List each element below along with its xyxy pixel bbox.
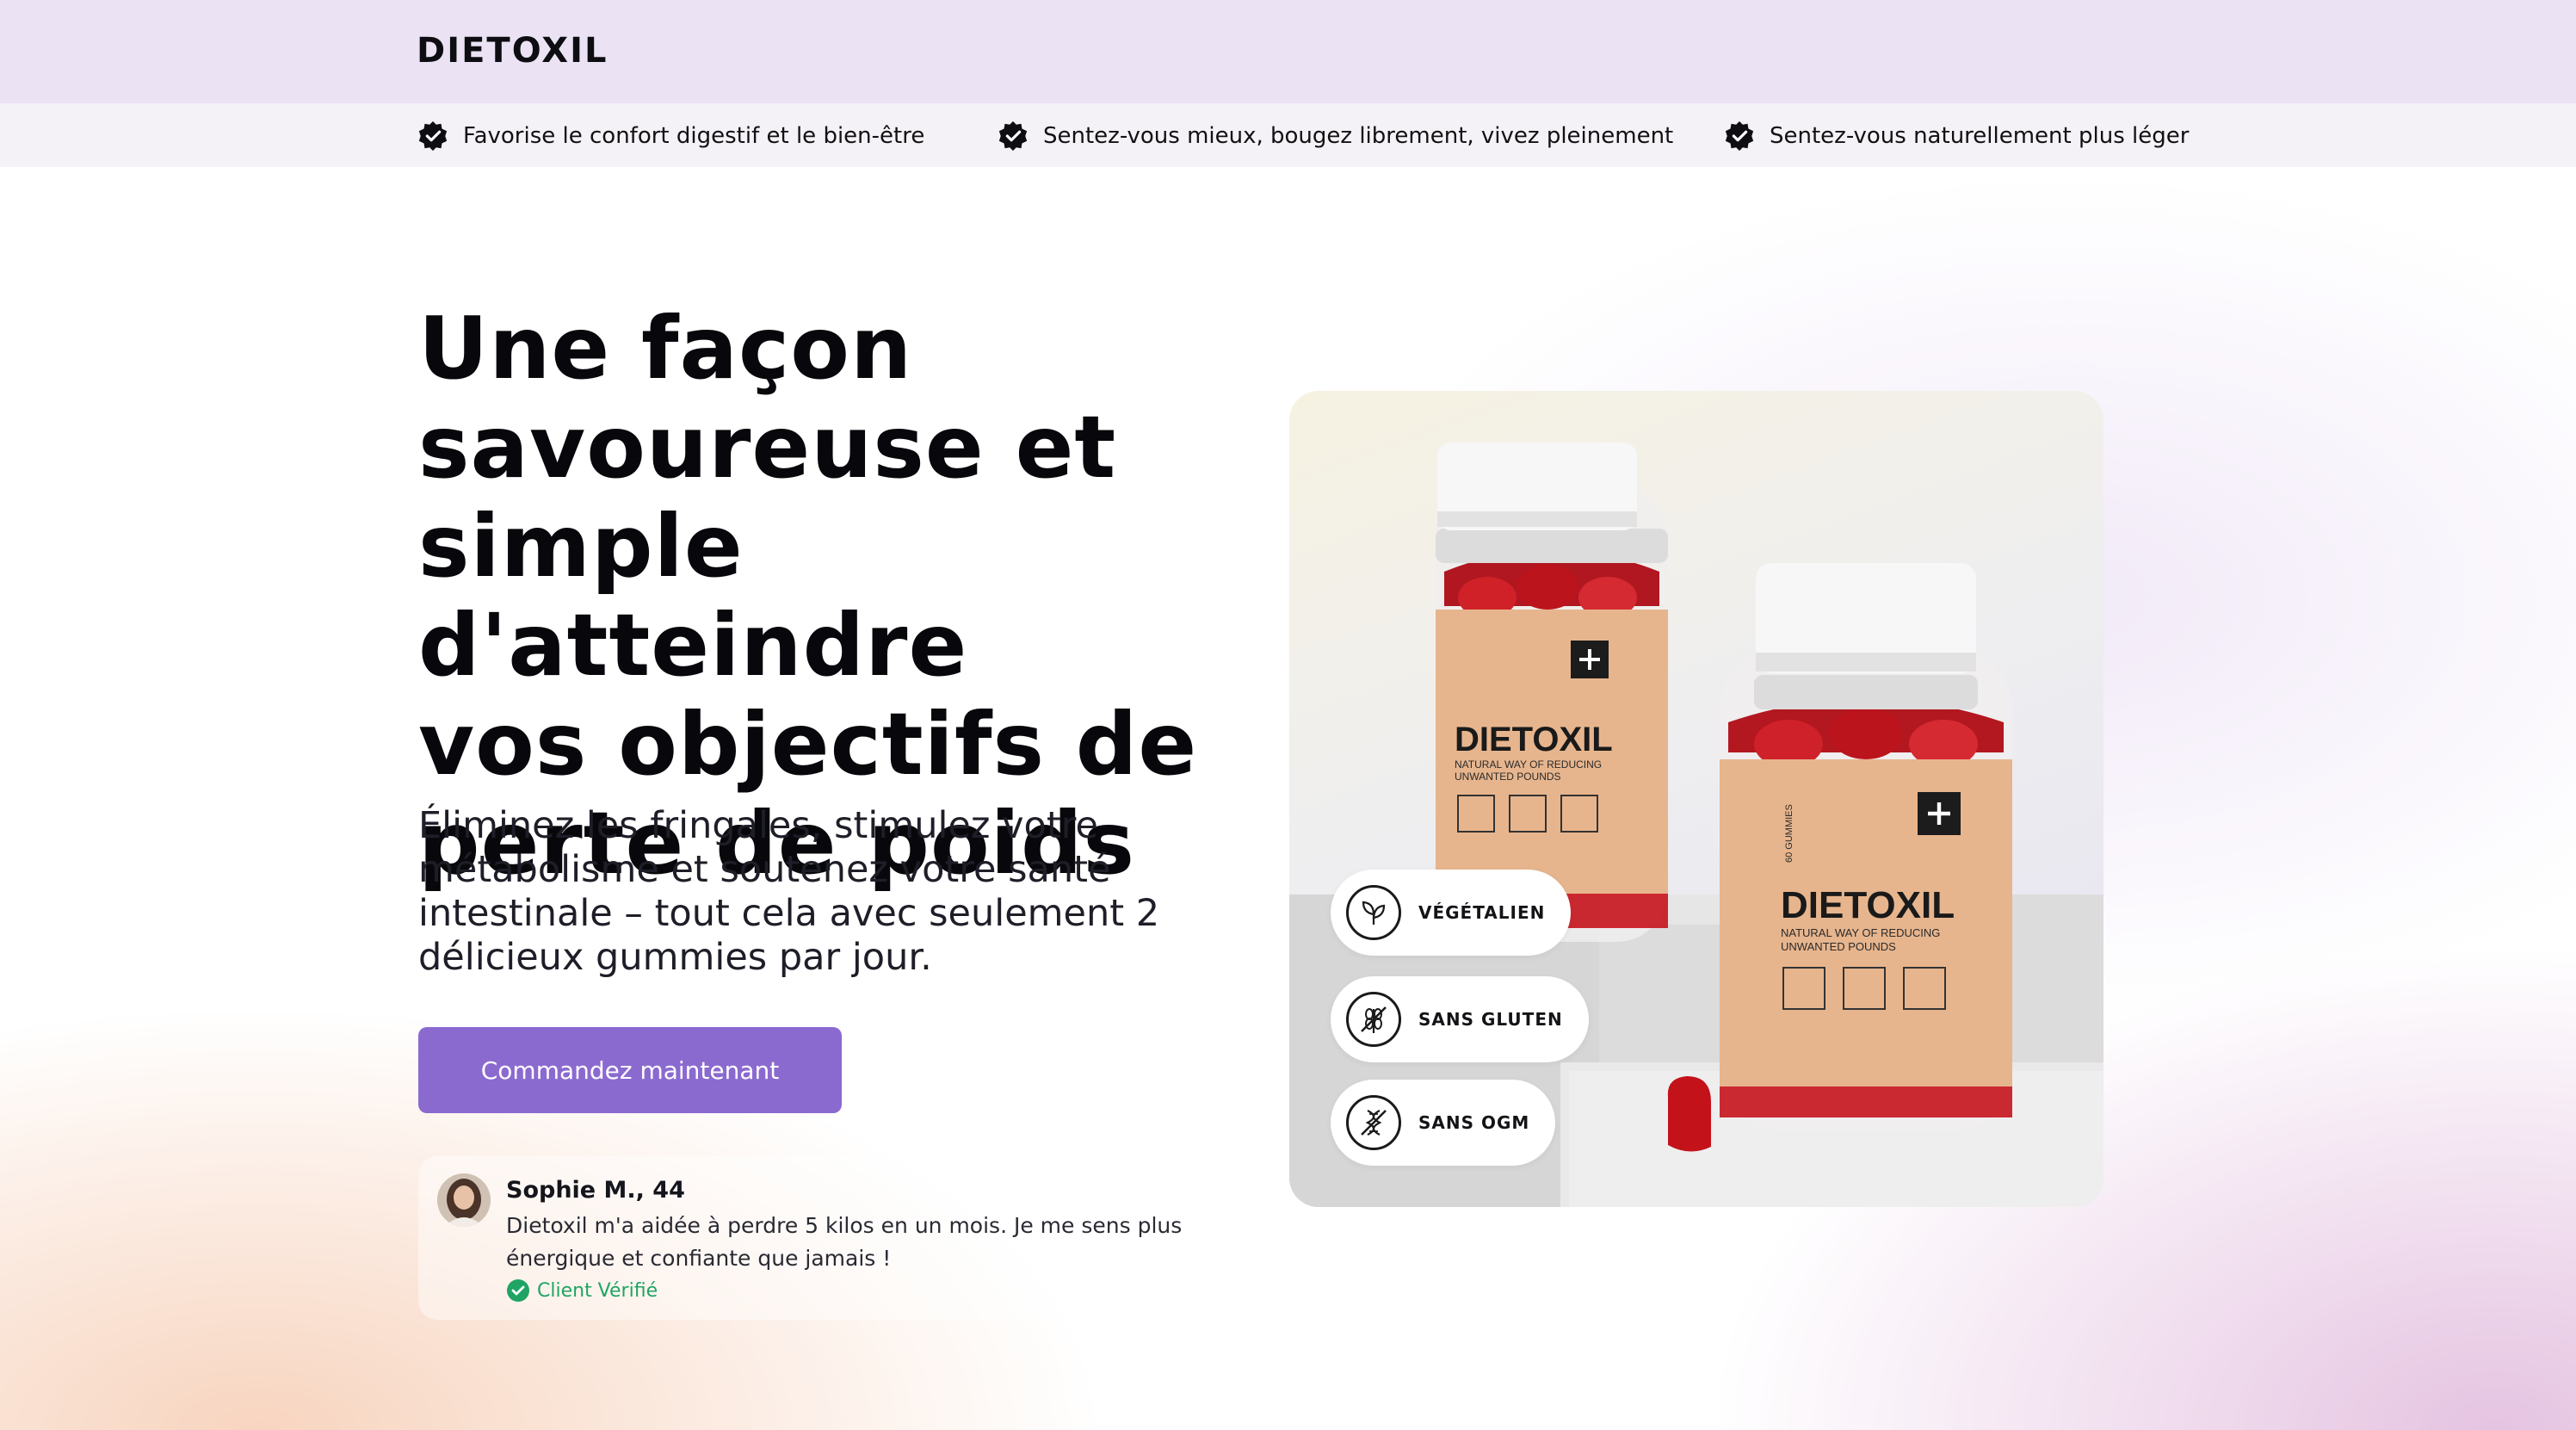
jar-front: DIETOXIL NATURAL WAY OF REDUCING UNWANTE… [1720, 563, 2012, 1131]
reviewer-photo [437, 1173, 491, 1227]
leaf-icon [1346, 885, 1401, 940]
no-gmo-icon [1346, 1095, 1401, 1150]
reviewer-name: Sophie M., 44 [506, 1177, 685, 1204]
order-now-button[interactable]: Commandez maintenant [418, 1027, 842, 1113]
benefit-label: Sentez-vous naturellement plus léger [1770, 123, 2190, 149]
check-badge-icon [418, 121, 448, 152]
vegan-label: VÉGÉTALIEN [1418, 902, 1546, 923]
jar-back-tagline-1: NATURAL WAY OF REDUCING [1455, 758, 1602, 771]
benefit-item: Favorise le confort digestif et le bien-… [417, 119, 924, 153]
benefit-item: Sentez-vous naturellement plus léger [1723, 119, 2189, 153]
review-card: Sophie M., 44 Dietoxil m'a aidée à perdr… [418, 1156, 1234, 1320]
benefit-label: Favorise le confort digestif et le bien-… [463, 123, 925, 149]
headline-line: Une façon [418, 298, 913, 399]
hero-section [0, 167, 2576, 1430]
benefit-label: Sentez-vous mieux, bougez librement, viv… [1043, 123, 1674, 149]
jar-back-brand: DIETOXIL [1455, 721, 1613, 758]
hero-subheadline: Éliminez les fringales, stimulez votre m… [418, 804, 1160, 979]
product-image: DIETOXIL NATURAL WAY OF REDUCING UNWANTE… [1289, 391, 2103, 1207]
jar-front-tagline-2: UNWANTED POUNDS [1781, 940, 1896, 953]
gummy-icon [1667, 1076, 1711, 1152]
brand-logo[interactable]: DIETOXIL [417, 31, 608, 71]
non-gmo-label: SANS OGM [1418, 1112, 1530, 1133]
jar-front-brand: DIETOXIL [1781, 884, 1955, 926]
top-header: DIETOXIL [0, 0, 2576, 103]
headline-line: vos objectifs de [418, 694, 1198, 795]
gluten-free-badge: SANS GLUTEN [1331, 976, 1589, 1062]
verified-label: Client Vérifié [537, 1279, 658, 1302]
jar-front-count: 60 GUMMIES [1784, 804, 1795, 863]
jar-back: DIETOXIL NATURAL WAY OF REDUCING UNWANTE… [1436, 443, 1668, 942]
check-badge-icon [1725, 121, 1754, 152]
verified-check-icon [507, 1279, 529, 1302]
verified-badge: Client Vérifié [506, 1277, 658, 1304]
no-gluten-icon [1346, 992, 1401, 1047]
benefits-bar: Favorise le confort digestif et le bien-… [0, 103, 2576, 167]
headline-line: savoureuse et [418, 397, 1117, 498]
benefit-item: Sentez-vous mieux, bougez librement, viv… [997, 119, 1673, 153]
non-gmo-badge: SANS OGM [1331, 1080, 1556, 1166]
gluten-free-label: SANS GLUTEN [1418, 1009, 1563, 1030]
review-text: Dietoxil m'a aidée à perdre 5 kilos en u… [506, 1213, 1183, 1271]
jar-back-tagline-2: UNWANTED POUNDS [1455, 771, 1561, 783]
avatar [437, 1173, 491, 1227]
headline-line: simple d'atteindre [418, 496, 968, 696]
jar-front-tagline-1: NATURAL WAY OF REDUCING [1781, 926, 1940, 939]
check-badge-icon [998, 121, 1028, 152]
vegan-badge: VÉGÉTALIEN [1331, 870, 1572, 956]
